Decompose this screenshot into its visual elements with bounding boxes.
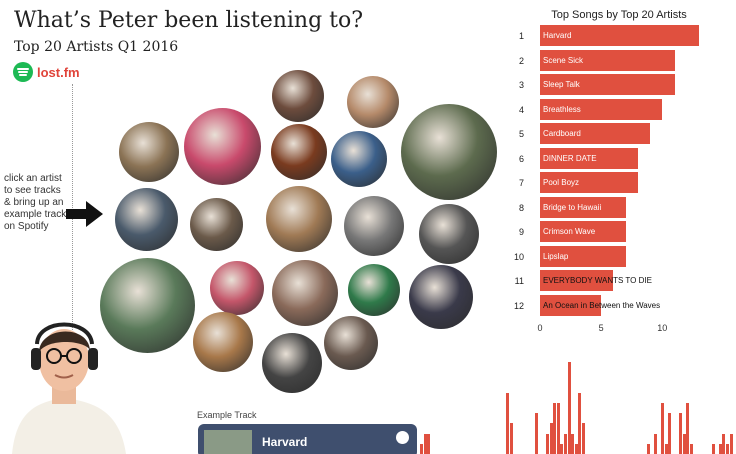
history-bar: [510, 423, 513, 454]
page-title: What’s Peter been listening to?: [14, 8, 364, 33]
song-label: Scene Sick: [543, 55, 584, 65]
song-label: EVERYBODY WANTS TO DIE: [543, 276, 652, 285]
history-bar: [549, 423, 553, 454]
artist-bubble[interactable]: [324, 316, 378, 370]
artist-bubble[interactable]: [190, 198, 243, 251]
artist-bubble[interactable]: [348, 264, 400, 316]
history-bar: [679, 413, 683, 454]
artist-bubble[interactable]: [266, 186, 332, 252]
rank-label: 1: [518, 31, 524, 41]
album-art: [204, 430, 252, 454]
artist-bubble[interactable]: [115, 188, 178, 251]
history-bar: [423, 433, 427, 454]
spotify-icon: [13, 62, 33, 82]
rank-label: 11: [514, 276, 524, 286]
history-bar: [654, 433, 657, 454]
artist-bubble[interactable]: [272, 70, 324, 122]
artist-bubble[interactable]: [272, 260, 338, 326]
history-bar: [661, 402, 665, 454]
page-subtitle: Top 20 Artists Q1 2016: [14, 39, 179, 55]
artist-bubble[interactable]: [119, 122, 179, 182]
song-label: Harvard: [543, 31, 572, 40]
rank-label: 2: [518, 55, 524, 66]
history-bar: [574, 443, 578, 454]
artist-bubble[interactable]: [271, 124, 327, 180]
history-bar: [556, 402, 560, 454]
history-bar: [682, 433, 686, 454]
artist-bubble[interactable]: [193, 312, 253, 372]
rank-label: 8: [518, 202, 524, 213]
history-bar: [729, 433, 733, 454]
rank-label: 12: [513, 300, 524, 311]
history-bar: [646, 443, 650, 454]
artist-bubble[interactable]: [401, 104, 497, 200]
rank-label: 10: [513, 251, 524, 262]
chart-title: Top Songs by Top 20 Artists: [551, 9, 687, 21]
history-bar: [722, 433, 726, 454]
song-label: DINNER DATE: [543, 153, 597, 163]
history-bar: [582, 423, 585, 454]
history-bar: [726, 443, 729, 454]
artist-bubble[interactable]: [344, 196, 404, 256]
example-track-label: Example Track: [197, 410, 257, 420]
rank-label: 3: [518, 80, 524, 90]
rank-label: 9: [518, 227, 524, 237]
x-tick-label: 0: [537, 323, 543, 333]
history-bar: [535, 413, 539, 454]
spotify-icon[interactable]: [396, 431, 409, 444]
history-bar: [546, 433, 549, 454]
instructions: click an artist to see tracks & bring up…: [4, 173, 67, 232]
history-bar: [564, 433, 567, 454]
rank-label: 7: [518, 178, 524, 188]
history-bar: [718, 443, 722, 454]
history-bar: [427, 433, 431, 454]
artist-bubble[interactable]: [210, 261, 264, 315]
history-bar: [560, 443, 564, 454]
history-bar: [711, 443, 715, 454]
history-bar: [420, 443, 423, 454]
peter-avatar: [12, 322, 126, 454]
artist-bubble[interactable]: [184, 108, 261, 185]
history-bar: [578, 392, 582, 454]
song-label: Pool Boyz: [543, 178, 580, 187]
history-bar: [553, 402, 557, 454]
example-track-player[interactable]: Harvard: [198, 424, 417, 454]
artist-bubble[interactable]: [347, 76, 399, 128]
history-bar: [571, 433, 575, 454]
artist-bubble[interactable]: [262, 333, 322, 393]
song-label: Crimson Wave: [543, 227, 596, 236]
logo-text: lost.fm: [37, 64, 80, 80]
song-label: Breathless: [543, 104, 581, 114]
rank-label: 5: [518, 129, 524, 139]
song-label: An Ocean in Between the Waves: [543, 300, 661, 310]
history-bar: [686, 402, 690, 454]
arrow-right-icon: [66, 201, 103, 227]
history-bar: [567, 362, 571, 454]
artist-bubble[interactable]: [331, 131, 387, 187]
logo: lost.fm: [13, 62, 80, 82]
rank-label: 6: [518, 153, 524, 164]
history-bar: [664, 443, 668, 454]
artist-bubble[interactable]: [419, 204, 479, 264]
song-label: Cardboard: [543, 129, 581, 138]
history-bar: [668, 413, 672, 454]
example-track-title: Harvard: [262, 435, 308, 449]
history-bar: [506, 392, 510, 454]
song-label: Sleep Talk: [543, 80, 580, 89]
history-bar: [690, 443, 693, 454]
song-label: Lipslap: [543, 251, 569, 261]
rank-label: 4: [518, 104, 524, 115]
x-tick-label: 10: [657, 323, 668, 333]
x-tick-label: 5: [598, 323, 604, 333]
song-label: Bridge to Hawaii: [543, 202, 602, 212]
artist-bubble[interactable]: [409, 265, 473, 329]
